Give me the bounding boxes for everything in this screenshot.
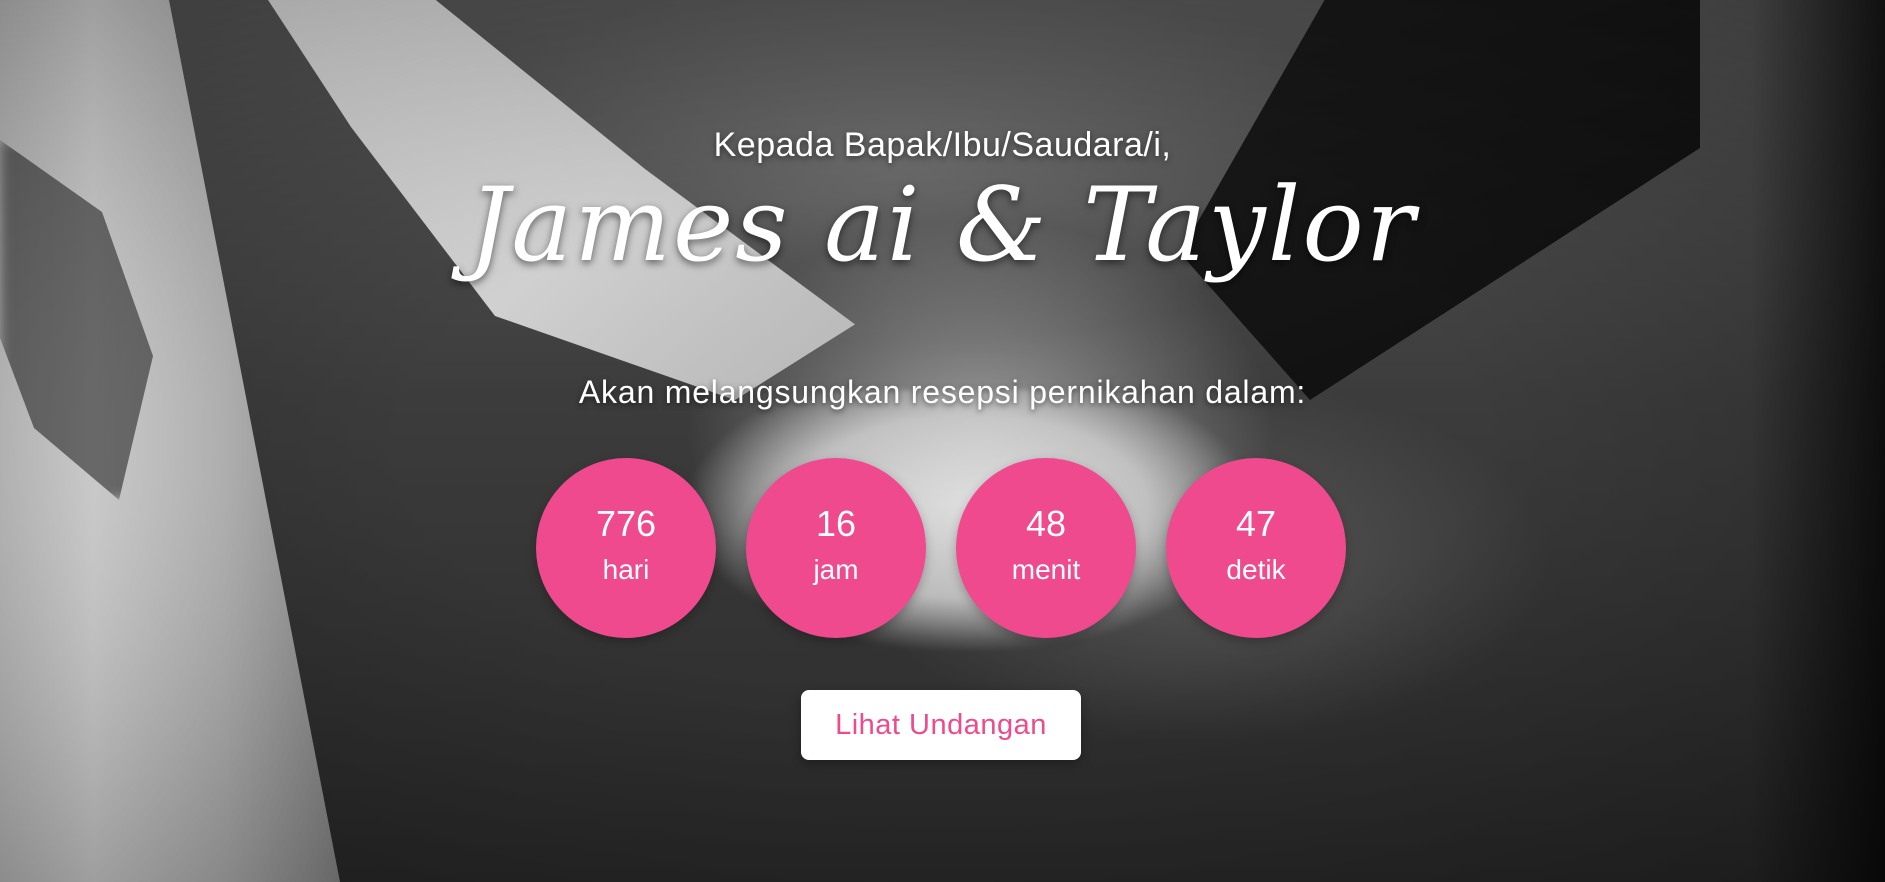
countdown-hours-unit: jam xyxy=(813,554,859,585)
countdown-minutes-unit: menit xyxy=(1011,554,1081,585)
countdown-seconds: 47 detik xyxy=(1166,458,1346,638)
countdown-minutes: 48 menit xyxy=(956,458,1136,638)
countdown-days-unit: hari xyxy=(602,554,650,585)
countdown-seconds-unit: detik xyxy=(1226,554,1286,585)
countdown-days: 776 hari xyxy=(536,458,716,638)
countdown-timer: 776 hari 16 jam 48 menit 47 detik xyxy=(536,458,1346,638)
view-invitation-button[interactable]: Lihat Undangan xyxy=(801,690,1081,760)
couple-names: James ai & Taylor xyxy=(468,166,1417,285)
countdown-hours-value: 16 xyxy=(815,503,857,544)
hero-section: Kepada Bapak/Ibu/Saudara/i, James ai & T… xyxy=(0,0,1885,882)
greeting-text: Kepada Bapak/Ibu/Saudara/i, xyxy=(713,126,1172,164)
countdown-hours: 16 jam xyxy=(746,458,926,638)
countdown-days-value: 776 xyxy=(595,503,657,544)
hero-content: Kepada Bapak/Ibu/Saudara/i, James ai & T… xyxy=(0,0,1885,882)
countdown-seconds-value: 47 xyxy=(1235,503,1277,544)
event-subtitle: Akan melangsungkan resepsi pernikahan da… xyxy=(578,374,1307,410)
countdown-minutes-value: 48 xyxy=(1025,503,1067,544)
